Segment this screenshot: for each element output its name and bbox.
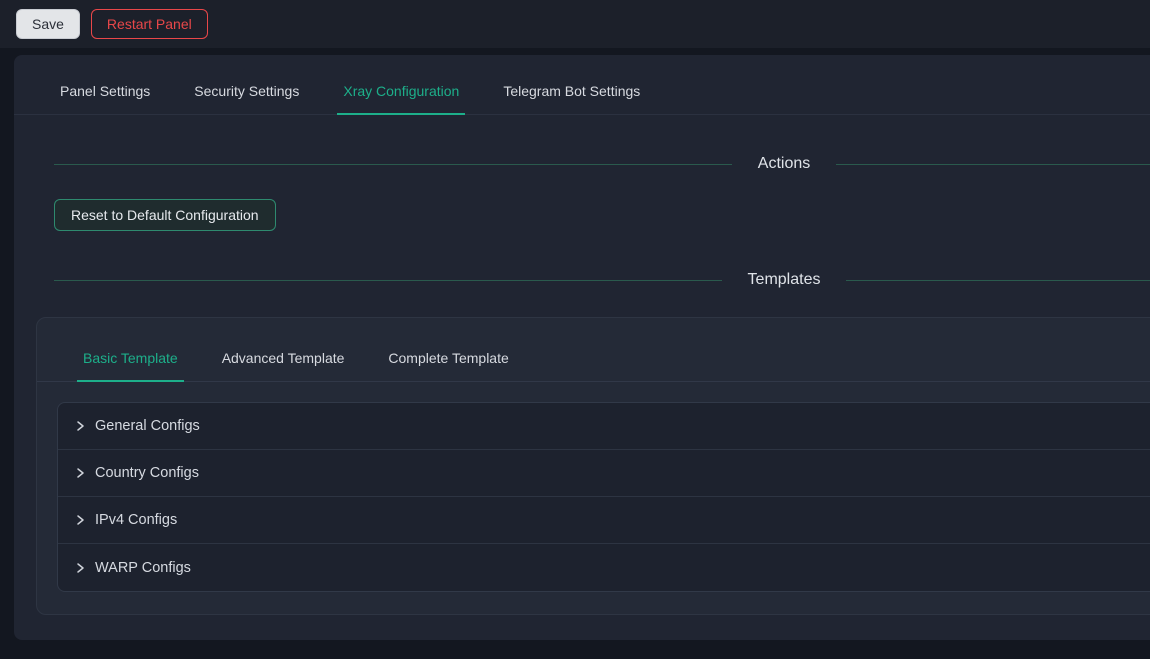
chevron-right-icon [74,467,86,479]
collapse-item-label: General Configs [95,418,200,434]
tab-security-settings[interactable]: Security Settings [188,83,305,114]
chevron-right-icon [74,562,86,574]
templates-divider: Templates [54,271,1150,289]
collapse-item-country-configs[interactable]: Country Configs [58,450,1150,497]
divider-line [836,164,1150,165]
collapse-item-label: Country Configs [95,465,199,481]
tab-xray-configuration[interactable]: Xray Configuration [337,83,465,114]
settings-tabs: Panel Settings Security Settings Xray Co… [14,55,1150,115]
tab-basic-template[interactable]: Basic Template [77,350,184,381]
tab-advanced-template[interactable]: Advanced Template [216,350,351,381]
restart-panel-button[interactable]: Restart Panel [91,9,208,39]
tab-telegram-bot-settings[interactable]: Telegram Bot Settings [497,83,646,114]
tab-panel-settings[interactable]: Panel Settings [54,83,156,114]
reset-default-config-button[interactable]: Reset to Default Configuration [54,199,276,231]
divider-line [846,280,1150,281]
chevron-right-icon [74,420,86,432]
top-toolbar: Save Restart Panel [0,0,1150,48]
save-button[interactable]: Save [16,9,80,39]
tab-complete-template[interactable]: Complete Template [382,350,514,381]
collapse-item-label: IPv4 Configs [95,512,177,528]
template-collapse: General Configs Country Configs IPv4 Con… [57,402,1150,592]
divider-line [54,164,732,165]
templates-card: Basic Template Advanced Template Complet… [36,317,1150,615]
actions-divider-label: Actions [758,155,810,173]
collapse-item-label: WARP Configs [95,560,191,576]
settings-card: Panel Settings Security Settings Xray Co… [14,55,1150,640]
actions-divider: Actions [54,155,1150,173]
collapse-item-ipv4-configs[interactable]: IPv4 Configs [58,497,1150,544]
collapse-item-general-configs[interactable]: General Configs [58,403,1150,450]
templates-divider-label: Templates [748,271,821,289]
chevron-right-icon [74,514,86,526]
divider-line [54,280,722,281]
collapse-item-warp-configs[interactable]: WARP Configs [58,544,1150,591]
template-tabs: Basic Template Advanced Template Complet… [37,318,1150,382]
